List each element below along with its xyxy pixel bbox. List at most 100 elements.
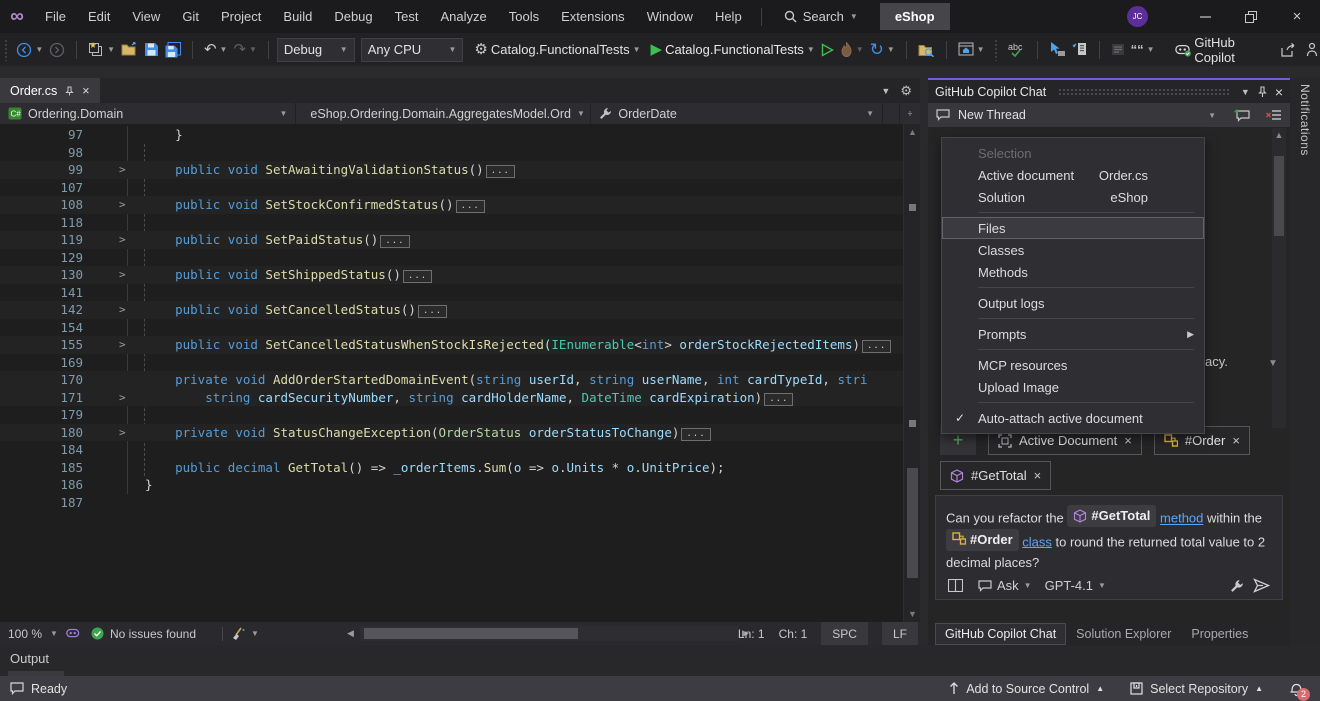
save-button[interactable] xyxy=(141,37,162,63)
code-line[interactable]: 141 xyxy=(0,284,903,302)
feedback-status-item[interactable]: Ready xyxy=(10,682,67,696)
window-position-dropdown-icon[interactable]: ▼ xyxy=(1241,87,1250,97)
scrollbar-thumb[interactable] xyxy=(364,628,578,639)
editor-horizontal-scrollbar[interactable] xyxy=(360,626,738,641)
code-line[interactable]: 179 xyxy=(0,406,903,424)
redo-button[interactable]: ↷ ▼ xyxy=(230,37,260,63)
menubar-item-edit[interactable]: Edit xyxy=(77,0,121,33)
code-line[interactable]: 154 xyxy=(0,319,903,337)
context-chip-gettotal[interactable]: #GetTotal× xyxy=(940,461,1051,490)
chat-scrollbar[interactable]: ▲ xyxy=(1272,128,1286,428)
layout-columns-icon[interactable] xyxy=(948,579,963,592)
code-line[interactable]: 169 xyxy=(0,354,903,372)
output-panel-title[interactable]: Output xyxy=(10,651,49,666)
code-line[interactable]: 119> public void SetPaidStatus()... xyxy=(0,231,903,249)
toolbar-grip[interactable] xyxy=(4,39,9,61)
menubar-item-tools[interactable]: Tools xyxy=(498,0,550,33)
prompt-reference-chip[interactable]: #GetTotal xyxy=(1067,505,1156,527)
code-line[interactable]: 108> public void SetStockConfirmedStatus… xyxy=(0,196,903,214)
panel-tab-properties[interactable]: Properties xyxy=(1182,624,1257,644)
prompt-link[interactable]: class xyxy=(1022,534,1052,549)
mode-dropdown[interactable]: Ask ▼ xyxy=(978,578,1032,593)
menubar-item-analyze[interactable]: Analyze xyxy=(429,0,497,33)
clear-thread-icon[interactable] xyxy=(1266,109,1282,122)
scroll-down-icon[interactable]: ▼ xyxy=(904,609,921,619)
select-element-button[interactable] xyxy=(1046,37,1069,63)
pin-icon[interactable] xyxy=(65,86,74,96)
scroll-up-icon[interactable]: ▲ xyxy=(904,127,921,137)
panel-tab-solution-explorer[interactable]: Solution Explorer xyxy=(1067,624,1180,644)
menu-item-output-logs[interactable]: Output logs xyxy=(942,292,1204,314)
issues-indicator[interactable]: No issues found xyxy=(91,627,196,641)
code-line[interactable]: 170 private void AddOrderStartedDomainEv… xyxy=(0,371,903,389)
code-line[interactable]: 97 } xyxy=(0,126,903,144)
code-line[interactable]: 155> public void SetCancelledStatusWhenS… xyxy=(0,336,903,354)
navigate-back-button[interactable]: ▼ xyxy=(13,37,46,63)
menubar-item-build[interactable]: Build xyxy=(272,0,323,33)
menu-item-auto-attach-active-document[interactable]: ✓Auto-attach active document xyxy=(942,407,1204,429)
fold-collapsed-icon[interactable]: > xyxy=(119,424,126,442)
undo-button[interactable]: ↶ ▼ xyxy=(201,37,231,63)
code-line[interactable]: 171> string cardSecurityNumber, string c… xyxy=(0,389,903,407)
start-without-debugging-button[interactable] xyxy=(818,37,837,63)
split-editor-button[interactable] xyxy=(900,103,920,124)
collapsed-region-box[interactable]: ... xyxy=(486,165,515,178)
indentation-indicator[interactable]: SPC xyxy=(821,622,868,645)
comment-button[interactable]: ““ ▼ xyxy=(1128,37,1158,63)
tab-options-gear-icon[interactable]: ⚙ xyxy=(900,84,912,97)
restore-button[interactable] xyxy=(1228,0,1274,33)
project-dropdown[interactable]: C# Ordering.Domain ▼ xyxy=(0,103,296,124)
notifications-tab[interactable]: Notifications xyxy=(1298,84,1312,156)
panel-tab-github-copilot-chat[interactable]: GitHub Copilot Chat xyxy=(936,624,1065,644)
collapsed-region-box[interactable]: ... xyxy=(456,200,485,213)
column-indicator[interactable]: Ch: 1 xyxy=(779,627,808,641)
drag-handle[interactable] xyxy=(1058,88,1229,96)
remove-chip-icon[interactable]: × xyxy=(1124,433,1132,448)
tool-window-header[interactable]: GitHub Copilot Chat ▼ × xyxy=(928,78,1290,103)
editor-vertical-scrollbar[interactable]: ▲ ▼ xyxy=(903,124,920,622)
menu-item-active-document[interactable]: Active documentOrder.cs xyxy=(942,164,1204,186)
home-window-button[interactable]: ▼ xyxy=(955,37,988,63)
menubar-item-project[interactable]: Project xyxy=(210,0,272,33)
fold-collapsed-icon[interactable]: > xyxy=(119,231,126,249)
code-line[interactable]: 130> public void SetShippedStatus()... xyxy=(0,266,903,284)
find-in-files-button[interactable] xyxy=(915,37,938,63)
code-line[interactable]: 187 xyxy=(0,494,903,512)
collapsed-region-box[interactable]: ... xyxy=(862,340,891,353)
menubar-item-git[interactable]: Git xyxy=(171,0,210,33)
task-list-button[interactable] xyxy=(1108,37,1128,63)
code-line[interactable]: 118 xyxy=(0,214,903,232)
copilot-status-icon[interactable] xyxy=(66,627,81,640)
github-copilot-button[interactable]: GitHub Copilot xyxy=(1172,37,1272,63)
prompt-reference-chip[interactable]: #Order xyxy=(946,529,1019,551)
collapsed-region-box[interactable]: ... xyxy=(380,235,409,248)
share-button[interactable] xyxy=(1278,37,1299,63)
solution-name-badge[interactable]: eShop xyxy=(880,3,950,30)
menubar-item-file[interactable]: File xyxy=(34,0,77,33)
hot-reload-button[interactable]: ▼ xyxy=(837,37,867,63)
fold-collapsed-icon[interactable]: > xyxy=(119,336,126,354)
menu-item-mcp-resources[interactable]: MCP resources xyxy=(942,354,1204,376)
menubar-item-view[interactable]: View xyxy=(121,0,171,33)
code-line[interactable]: 107 xyxy=(0,179,903,197)
code-line[interactable]: 184 xyxy=(0,441,903,459)
collapsed-region-box[interactable]: ... xyxy=(681,428,710,441)
notifications-bell-button[interactable]: 2 xyxy=(1289,681,1304,697)
restart-button[interactable]: ↻ ▼ xyxy=(867,37,898,63)
collapsed-region-box[interactable]: ... xyxy=(418,305,447,318)
fold-collapsed-icon[interactable]: > xyxy=(119,266,126,284)
collapsed-region-box[interactable]: ... xyxy=(764,393,793,406)
close-tab-icon[interactable]: × xyxy=(82,84,89,98)
send-icon[interactable] xyxy=(1253,578,1270,593)
tools-wrench-icon[interactable] xyxy=(1230,579,1244,593)
new-project-button[interactable]: ▼ xyxy=(85,37,118,63)
menu-item-classes[interactable]: Classes xyxy=(942,239,1204,261)
menu-item-files[interactable]: Files xyxy=(942,217,1204,239)
toolbar-grip[interactable] xyxy=(994,39,999,61)
code-viewport[interactable]: 97 }9899> public void SetAwaitingValidat… xyxy=(0,124,903,622)
chat-input-box[interactable]: Can you refactor the #GetTotal method wi… xyxy=(935,495,1283,600)
scroll-left-icon[interactable]: ◀ xyxy=(347,628,354,639)
fold-collapsed-icon[interactable]: > xyxy=(119,301,126,319)
spell-check-button[interactable]: abc xyxy=(1005,37,1029,63)
thread-selector[interactable]: New Thread ▼ xyxy=(928,103,1290,127)
